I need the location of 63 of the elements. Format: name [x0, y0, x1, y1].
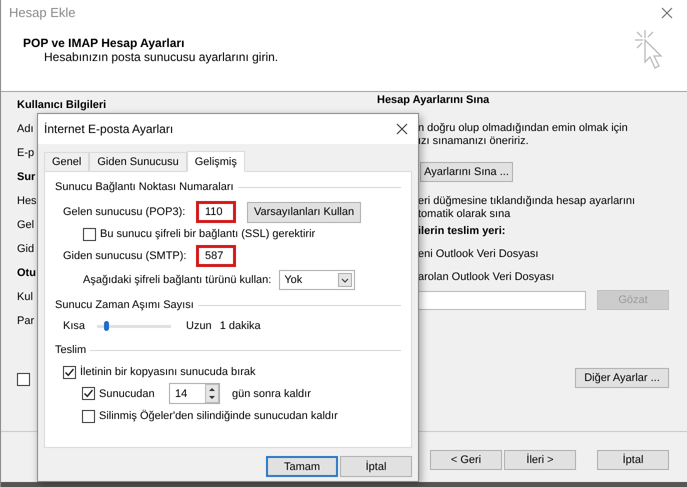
tab[interactable]: Genel	[44, 152, 90, 171]
checkbox[interactable]	[82, 387, 95, 400]
section-heading: Kullanıcı Bilgileri	[17, 98, 106, 113]
field-label: Gid	[17, 242, 34, 257]
header-subtitle: Hesabınızın posta sunucusu ayarlarını girin.	[43, 50, 278, 64]
auto-test-text: tomatik olarak sına	[418, 208, 512, 221]
tab[interactable]: Gelişmiş	[186, 151, 245, 172]
field-label: Gel	[17, 218, 34, 233]
field-label: Par	[17, 314, 34, 329]
chevron-down-icon	[338, 273, 352, 287]
group-heading: Sunucu Bağlantı Noktası Numaraları	[55, 180, 234, 194]
dialog-title: İnternet E-posta Ayarları	[44, 122, 174, 136]
field-label: Aşağıdaki şifreli bağlantı türünü kullan:	[83, 273, 272, 287]
port-field[interactable]: 110	[196, 201, 236, 223]
tab[interactable]: Giden Sunucusu	[89, 152, 187, 171]
checkbox[interactable]	[82, 410, 95, 422]
slider-thumb[interactable]	[104, 321, 109, 331]
checkbox[interactable]	[83, 228, 96, 240]
section-heading: Otu	[17, 266, 36, 281]
group-heading: Teslim	[55, 343, 86, 357]
option-label: arolan Outlook Veri Dosyası	[417, 270, 556, 284]
intro-text: n doğru olup olmadığından emin olmak için	[418, 122, 629, 135]
field-label: Giden sunucusu (SMTP):	[63, 249, 188, 263]
encryption-dropdown[interactable]: Yok	[279, 270, 356, 290]
days-spinner[interactable]: 14	[169, 383, 220, 404]
section-heading: Hesap Ayarlarını Sına	[377, 93, 490, 107]
slider-max-label: Uzun	[186, 319, 212, 333]
timeout-reading: 1 dakika	[220, 319, 261, 333]
dialog-button[interactable]: İptal	[340, 456, 412, 477]
checkbox[interactable]	[63, 366, 76, 378]
group-heading: Sunucu Zaman Aşımı Sayısı	[55, 298, 194, 312]
port-field[interactable]: 587	[196, 245, 236, 267]
checkbox-label: Bu sunucu şifreli bir bağlantı (SSL) gerektirir	[100, 227, 316, 241]
dialog-button[interactable]: Tamam	[266, 456, 338, 477]
checkbox-label: Sunucudan	[99, 386, 156, 400]
header-title: POP ve IMAP Hesap Ayarları	[23, 36, 186, 50]
timeout-slider[interactable]	[97, 321, 171, 331]
use-defaults-button[interactable]: Varsayılanları Kullan	[247, 202, 362, 222]
intro-text: ızı sınamanızı öneririz.	[418, 135, 530, 148]
checkmark-icon	[83, 388, 94, 399]
field-label: Gelen sunucusu (POP3):	[63, 205, 186, 219]
more-settings-button[interactable]: Diğer Ayarlar ...	[575, 368, 669, 388]
close-icon[interactable]	[661, 7, 673, 19]
field-label: E-p	[17, 146, 34, 161]
spinner-arrows-icon[interactable]	[205, 384, 219, 403]
checkbox-suffix: gün sonra kaldır	[232, 386, 311, 400]
test-settings-button[interactable]: Ayarlarını Sına ...	[420, 162, 513, 182]
wizard-button[interactable]: İptal	[597, 450, 669, 470]
checkbox-label: Silinmiş Öğeler'den silindiğinde sunucudan kaldır	[99, 409, 338, 423]
checkbox[interactable]	[17, 373, 30, 386]
window-title: Hesap Ekle	[9, 6, 76, 20]
field-label: Adı	[17, 122, 34, 137]
section-heading: ilerin teslim yeri:	[417, 224, 506, 238]
wizard-button[interactable]: < Geri	[430, 450, 502, 470]
checkmark-icon	[64, 366, 75, 378]
option-label: eni Outlook Veri Dosyası	[417, 247, 540, 261]
checkbox-label: İletinin bir kopyasını sunucuda bırak	[80, 365, 256, 379]
wizard-button[interactable]: İleri >	[504, 450, 576, 470]
slider-min-label: Kısa	[63, 319, 86, 333]
section-heading: Sur	[17, 170, 36, 185]
close-icon[interactable]	[396, 123, 408, 135]
field-label: Kul	[17, 290, 33, 305]
field-label: Hes	[17, 194, 37, 209]
